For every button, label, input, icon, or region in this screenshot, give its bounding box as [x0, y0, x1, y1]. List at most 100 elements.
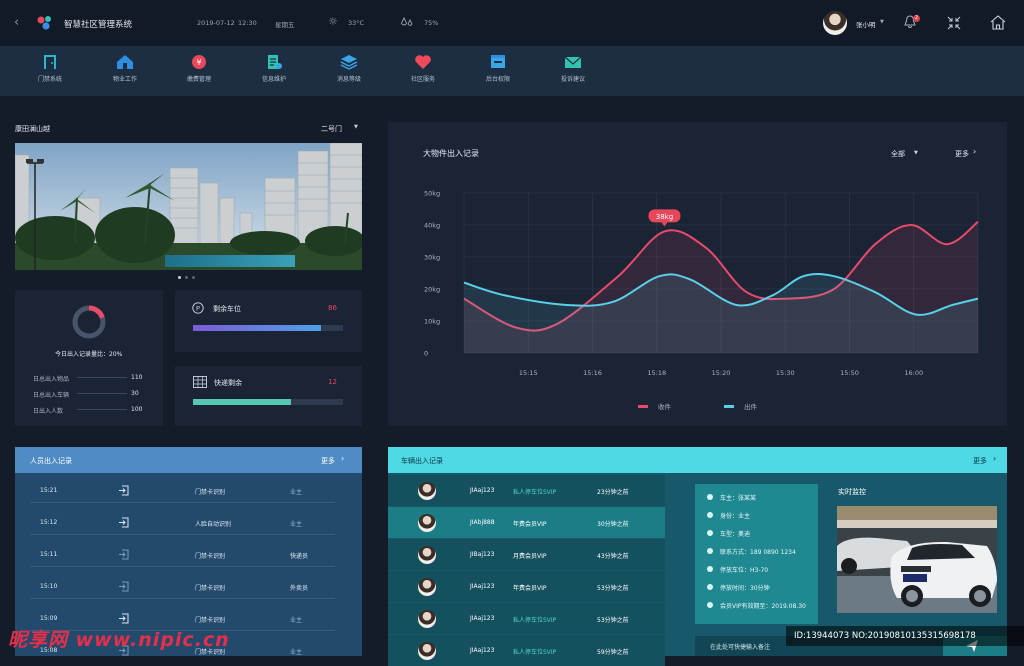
parking-value: 86 — [328, 304, 337, 312]
parking-icon — [707, 566, 713, 572]
row-role: 业主 — [290, 617, 303, 624]
detail-item: 车主：张某某 — [720, 495, 757, 502]
carousel-dots[interactable] — [178, 276, 195, 279]
svg-text:¥: ¥ — [196, 58, 201, 67]
stat-vehicles: 日总出入车辆 30 — [33, 390, 139, 399]
nav-item-complaints[interactable]: 投诉建议 — [548, 54, 598, 83]
detail-item: 停放时间：30分钟 — [720, 585, 770, 592]
row-plate: JIAbj888 — [470, 519, 495, 526]
row-role: 业主 — [290, 521, 303, 528]
avatar[interactable] — [823, 11, 847, 35]
gate-select[interactable]: 二号门 — [321, 124, 342, 134]
door-icon — [44, 55, 56, 69]
community-photo — [15, 143, 362, 270]
nav-item-permissions[interactable]: 后台权限 — [473, 54, 523, 83]
yen-coin-icon: ¥ — [192, 55, 206, 69]
row-role: 业主 — [290, 489, 303, 496]
chevron-right-icon[interactable]: › — [341, 454, 344, 463]
table-row[interactable] — [15, 566, 362, 598]
express-panel — [175, 366, 362, 426]
highlight-label: 38kg — [656, 213, 673, 221]
exit-icon — [119, 581, 129, 592]
app-logo — [37, 16, 51, 30]
row-method: 人脸自动识别 — [195, 521, 232, 528]
humidity-icon — [401, 16, 413, 26]
table-row[interactable] — [15, 470, 362, 502]
chevron-right-icon[interactable]: › — [973, 147, 976, 156]
row-time: 15:11 — [40, 551, 58, 558]
row-plate: JIAaj123 — [470, 647, 495, 654]
nav-item-info[interactable]: 信息维护 — [249, 54, 299, 83]
chevron-right-icon[interactable]: › — [993, 454, 996, 463]
window-lock-icon — [491, 55, 505, 68]
humidity-text: 75% — [424, 19, 439, 27]
table-row[interactable] — [15, 534, 362, 566]
detail-item: 身份：业主 — [720, 513, 751, 520]
legend-label-0: 收件 — [658, 402, 672, 411]
sun-icon: ☼ — [328, 15, 338, 28]
avatar — [418, 642, 436, 660]
vehicle-more-link[interactable]: 更多 — [973, 456, 987, 466]
monitor-camera-feed[interactable] — [837, 506, 997, 613]
detail-item: 联系方式：189 0890 1234 — [720, 549, 796, 556]
detail-item: 会员VIP有效期至：2019.08.30 — [720, 603, 806, 610]
phone-icon — [707, 548, 713, 554]
row-time-ago: 23分钟之前 — [597, 489, 629, 496]
nav-item-messages[interactable]: 消息等级 — [324, 54, 374, 83]
parking-label: 剩余车位 — [213, 305, 241, 313]
row-role: 快递员 — [290, 553, 309, 560]
row-time: 15:21 — [40, 487, 58, 494]
parking-icon: P — [192, 302, 204, 314]
enter-icon — [119, 517, 129, 528]
chevron-left-icon[interactable]: ‹ — [14, 15, 19, 30]
stat-people: 日出入人数 100 — [33, 406, 143, 415]
chevron-down-icon[interactable]: ▼ — [880, 19, 884, 25]
collapse-icon[interactable] — [947, 16, 961, 30]
row-time-ago: 30分钟之前 — [597, 521, 629, 528]
table-row[interactable] — [15, 502, 362, 534]
parking-panel — [175, 290, 362, 352]
remark-input[interactable]: 在此处可快捷输入备注 — [710, 642, 770, 651]
row-time-ago: 53分钟之前 — [597, 617, 629, 624]
row-time-ago: 53分钟之前 — [597, 585, 629, 592]
x-tick-label: 15:15 — [519, 369, 538, 377]
chart-more-link[interactable]: 更多 — [955, 149, 969, 159]
user-name[interactable]: 张小明 — [856, 19, 876, 29]
x-tick-label: 15:18 — [647, 369, 666, 377]
stat-items: 日总出入物品 110 — [33, 374, 143, 383]
nav-item-payment[interactable]: ¥ 缴费管理 — [174, 54, 224, 83]
chart-title: 大物件出入记录 — [423, 149, 479, 158]
heart-icon — [415, 55, 431, 69]
chart-filter-select[interactable]: 全部 — [891, 149, 905, 159]
parking-bar-fill — [193, 325, 321, 331]
row-member-type: 私人停车位SVIP — [513, 649, 557, 656]
layers-icon — [340, 55, 358, 70]
avatar — [418, 610, 436, 628]
vip-icon — [707, 602, 713, 608]
user-icon — [707, 494, 713, 500]
legend-swatch-0 — [638, 405, 648, 408]
house-icon — [117, 55, 133, 69]
nav-item-property[interactable]: 物业工作 — [100, 54, 150, 83]
nav-item-service[interactable]: 社区服务 — [398, 54, 448, 83]
vehicle-header — [388, 447, 1007, 473]
home-icon[interactable] — [990, 15, 1006, 30]
chevron-down-icon[interactable]: ▼ — [914, 150, 918, 156]
row-member-type: 私人停车位SVIP — [513, 617, 557, 624]
avatar — [418, 546, 436, 564]
exit-icon — [119, 549, 129, 560]
id-icon — [707, 512, 713, 518]
chevron-down-icon[interactable]: ▼ — [354, 124, 358, 130]
ratio-label: 今日出入记录量比：20% — [55, 351, 123, 358]
x-tick-label: 15:20 — [712, 369, 731, 377]
people-more-link[interactable]: 更多 — [321, 456, 335, 466]
top-bar: ‹ 智慧社区管理系统 2019-07-12 12:30 星期五 ☼ 33°C 7… — [0, 0, 1024, 46]
x-tick-label: 15:16 — [583, 369, 602, 377]
document-edit-icon — [268, 55, 282, 69]
nav-item-access[interactable]: 门禁系统 — [25, 54, 75, 83]
main-nav: 门禁系统 物业工作 ¥ 缴费管理 信息维护 消息等级 社区服务 后台权限 投诉建… — [0, 46, 1024, 96]
avatar — [418, 578, 436, 596]
x-tick-label: 15:50 — [840, 369, 859, 377]
detail-item: 车型：奥迪 — [720, 531, 751, 538]
express-bar-fill — [193, 399, 291, 405]
